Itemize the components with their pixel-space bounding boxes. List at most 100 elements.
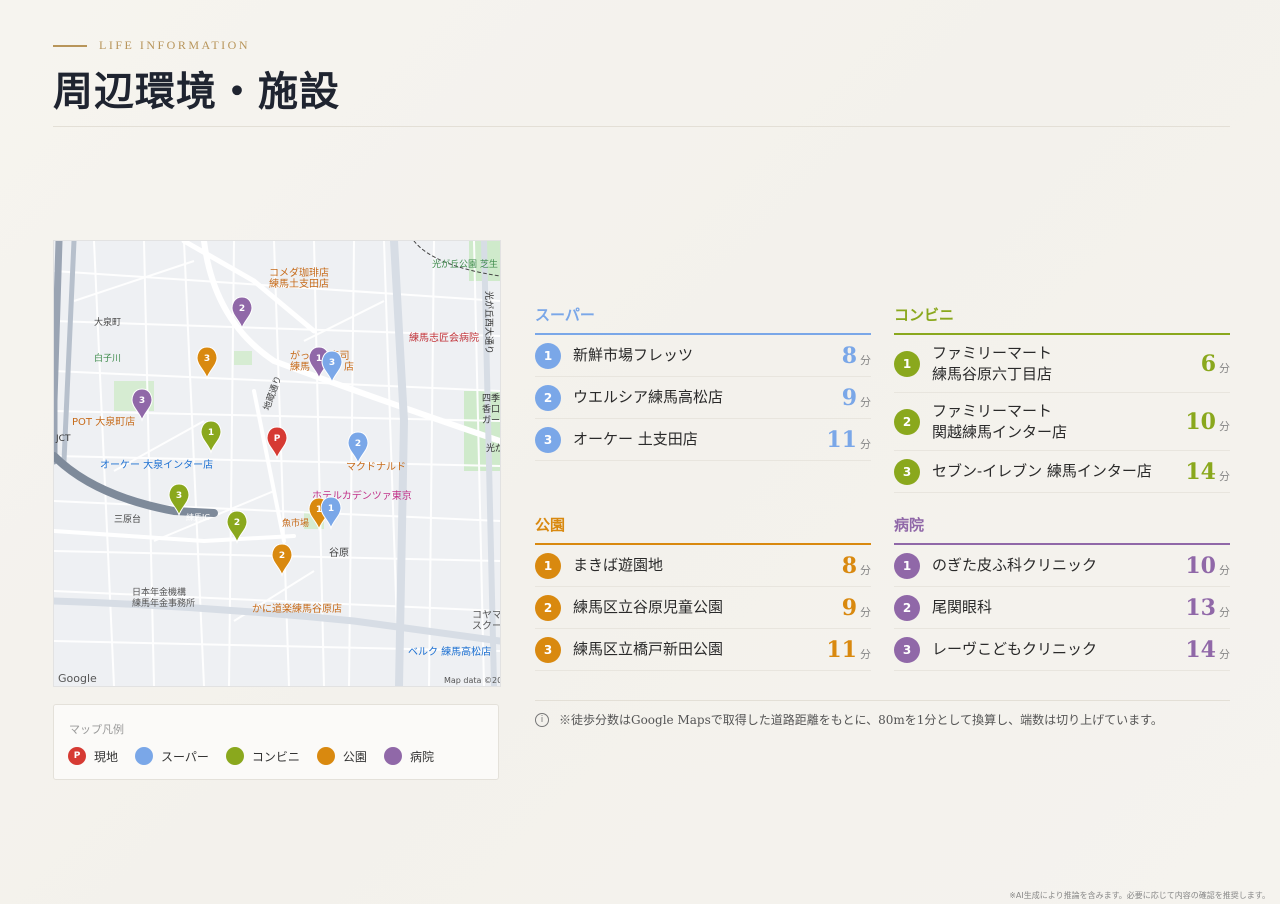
minutes-unit: 分 (860, 605, 871, 619)
facility-row: 3 レーヴこどもクリニック 14 分 (894, 629, 1230, 671)
map-canvas[interactable]: コメダ珈琲店練馬土支田店光が丘公園 芝生大泉町白子川練馬志匠会病院がってん寿司練… (54, 241, 500, 686)
hospital-marker-icon (383, 747, 402, 765)
walk-minutes: 14 (1185, 636, 1216, 663)
rank-badge: 1 (894, 350, 920, 377)
eyebrow: LIFE INFORMATION (53, 38, 1230, 53)
facility-row: 2 ファミリーマート 関越練馬インター店 10 分 (894, 393, 1230, 451)
section-conbini: コンビニ 1 ファミリーマート 練馬谷原六丁目店 6 分 2 ファミリーマート 関越練馬インター… (894, 304, 1230, 493)
pin-label: 1 (328, 504, 334, 514)
eyebrow-line (53, 44, 87, 47)
minutes-unit: 分 (1219, 563, 1230, 577)
pin-label: P (274, 434, 281, 444)
facility-name: ファミリーマート 関越練馬インター店 (932, 401, 1068, 441)
walk-minutes: 9 (841, 594, 857, 621)
facility-name: のぎた皮ふ科クリニック (932, 556, 1098, 574)
walk-minutes: 13 (1185, 594, 1216, 621)
pin-label: 3 (176, 491, 182, 501)
facility-name: 新鮮市場フレッツ (573, 346, 694, 364)
rank-badge: 1 (535, 552, 561, 579)
facility-row: 1 ファミリーマート 練馬谷原六丁目店 6 分 (894, 335, 1230, 393)
pin-label: 2 (355, 439, 361, 449)
minutes-unit: 分 (860, 395, 871, 409)
map-label: 練馬志匠会病院 (409, 331, 479, 344)
page-header: LIFE INFORMATION 周辺環境・施設 (53, 38, 1230, 117)
ai-disclaimer: ※AI生成により推論を含みます。必要に応じて内容の確認を推奨します。 (1009, 891, 1270, 900)
map-label: Google (58, 672, 97, 685)
conbini-marker-icon (225, 747, 244, 765)
facility-name: 尾関眼科 (932, 598, 993, 616)
walk-minutes: 10 (1185, 408, 1216, 435)
legend-label: 公園 (342, 749, 367, 764)
pin-label: 2 (279, 551, 285, 561)
walk-minutes: 8 (841, 342, 857, 369)
pin-label: 1 (208, 428, 214, 438)
map-label: Map data ©2026 (444, 676, 500, 685)
map-label: 光が (486, 442, 500, 454)
legend-label: 病院 (409, 749, 434, 764)
map-label: オーケー 大泉インター店 (100, 458, 213, 471)
map-label: 練馬年金事務所 (132, 597, 195, 609)
walk-minutes: 9 (841, 384, 857, 411)
facility-row: 3 練馬区立橋戸新田公園 11 分 (535, 629, 871, 671)
minutes-unit: 分 (1219, 469, 1230, 483)
park-marker-icon (316, 747, 335, 765)
map-label: マクドナルド (346, 461, 406, 473)
minutes-unit: 分 (1219, 647, 1230, 661)
pin-label: 2 (234, 518, 240, 528)
map-label: ベルク 練馬高松店 (408, 645, 491, 658)
walk-minutes: 11 (826, 636, 857, 663)
map-label: 三原台 (114, 513, 141, 525)
facility-name: まきば遊園地 (573, 556, 664, 574)
facility-name: セブン-イレブン 練馬インター店 (932, 462, 1152, 480)
map-label: 日本年金機構 (132, 586, 186, 598)
legend-title: マップ凡例 (69, 723, 124, 736)
rank-badge: 2 (894, 408, 920, 435)
map[interactable]: コメダ珈琲店練馬土支田店光が丘公園 芝生大泉町白子川練馬志匠会病院がってん寿司練… (53, 240, 501, 687)
minutes-unit: 分 (860, 647, 871, 661)
section-hospital: 病院 1 のぎた皮ふ科クリニック 10 分 2 尾関眼科 13 分 3 レーヴこどもクリニック 14 分 (894, 514, 1230, 671)
section-title: 公園 (535, 514, 871, 545)
minutes-unit: 分 (860, 563, 871, 577)
minutes-unit: 分 (1219, 605, 1230, 619)
facility-row: 1 のぎた皮ふ科クリニック 10 分 (894, 545, 1230, 587)
pin-label: 3 (204, 354, 210, 364)
facility-name: オーケー 土支田店 (573, 430, 698, 448)
minutes-unit: 分 (1219, 419, 1230, 433)
rank-badge: 2 (535, 594, 561, 621)
map-label: スクー (472, 620, 500, 632)
legend-items: P 現地 スーパー コンビニ 公園 病院 (68, 747, 434, 765)
legend-label: スーパー (161, 749, 209, 764)
section-title: スーパー (535, 304, 871, 335)
map-label: POT 大泉町店 (72, 415, 135, 428)
section-title: コンビニ (894, 304, 1230, 335)
facility-name: レーヴこどもクリニック (932, 640, 1098, 658)
section-park: 公園 1 まきば遊園地 8 分 2 練馬区立谷原児童公園 9 分 3 練馬区立橋戸新田公園 11 分 (535, 514, 871, 671)
facility-row: 2 尾関眼科 13 分 (894, 587, 1230, 629)
rank-badge: 3 (894, 636, 920, 663)
map-label: 練馬土支田店 (269, 277, 329, 290)
map-label: ガー (482, 415, 500, 426)
current-location-marker-icon: P (68, 747, 86, 765)
legend-item-conbini: コンビニ (225, 747, 300, 765)
map-legend: マップ凡例 P 現地 スーパー コンビニ 公園 病院 (53, 704, 499, 780)
rank-badge: 3 (894, 458, 920, 485)
map-label: 香口 (482, 404, 500, 415)
pin-label: 1 (316, 354, 322, 364)
map-label: 魚市場 (282, 517, 309, 529)
facility-name: ファミリーマート 練馬谷原六丁目店 (932, 343, 1053, 383)
legend-item-park: 公園 (316, 747, 367, 765)
map-label: 谷原 (329, 547, 349, 559)
minutes-unit: 分 (1219, 361, 1230, 375)
facility-name: 練馬区立橋戸新田公園 (573, 640, 724, 658)
rank-badge: 2 (535, 384, 561, 411)
map-label: 店 (344, 360, 354, 373)
facility-row: 3 オーケー 土支田店 11 分 (535, 419, 871, 461)
footnote: i ※徒歩分数はGoogle Mapsで取得した道路距離をもとに、80mを1分と… (535, 700, 1230, 728)
facility-row: 2 練馬区立谷原児童公園 9 分 (535, 587, 871, 629)
map-label: 練馬IC (186, 512, 210, 522)
rank-badge: 2 (894, 594, 920, 621)
legend-item-supermarket: スーパー (135, 747, 209, 765)
info-icon: i (535, 712, 549, 727)
map-label: 練馬 (290, 360, 310, 373)
minutes-unit: 分 (860, 353, 871, 367)
